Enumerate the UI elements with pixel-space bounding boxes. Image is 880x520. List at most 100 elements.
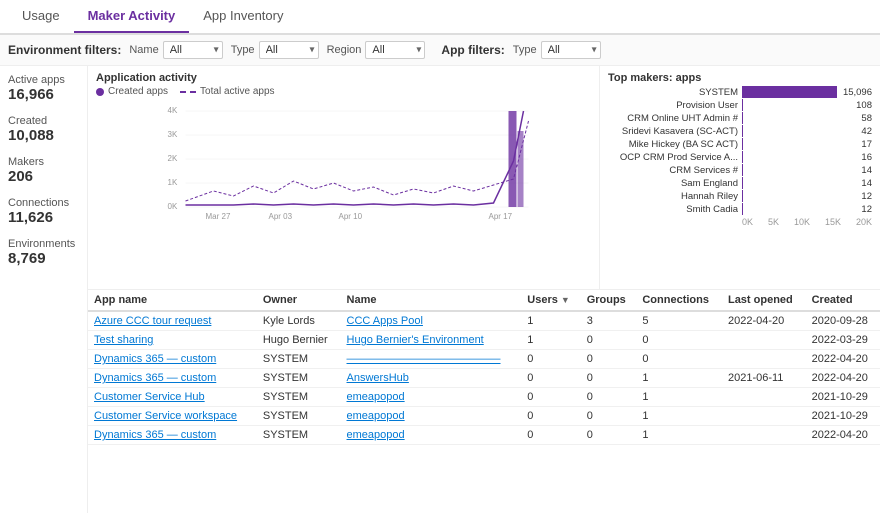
app-name-cell[interactable]: Test sharing <box>88 331 257 350</box>
owner-cell: Kyle Lords <box>257 311 341 331</box>
table-row: Dynamics 365 — custom SYSTEM ———————————… <box>88 350 880 369</box>
line-chart-container: Application activity Created apps Total … <box>88 66 600 289</box>
bar-row: OCP CRM Prod Service A... 16 <box>608 151 872 163</box>
bar-value: 14 <box>861 178 872 189</box>
groups-cell: 0 <box>581 331 637 350</box>
bar-name: Sam England <box>608 178 738 189</box>
tab-usage[interactable]: Usage <box>8 0 74 33</box>
name-cell[interactable]: emeapopod <box>341 426 522 445</box>
region-filter-group: Region All <box>327 41 426 59</box>
table-header: App name Owner Name Users ▼ Groups Conne… <box>88 290 880 311</box>
name-filter-select[interactable]: All <box>163 41 223 59</box>
app-name-cell[interactable]: Customer Service workspace <box>88 407 257 426</box>
last-opened-cell: 2022-04-20 <box>722 311 806 331</box>
bar-value: 14 <box>861 165 872 176</box>
table-body: Azure CCC tour request Kyle Lords CCC Ap… <box>88 311 880 445</box>
bar-track <box>742 203 855 215</box>
connections-cell: 1 <box>636 407 722 426</box>
legend-created-dot <box>96 88 104 96</box>
bar-track <box>742 151 855 163</box>
legend-created: Created apps <box>96 86 168 97</box>
bar-fill <box>742 99 743 111</box>
bar-value: 17 <box>861 139 872 150</box>
groups-cell: 0 <box>581 369 637 388</box>
bar-name: OCP CRM Prod Service A... <box>608 152 738 163</box>
bar-name: Provision User <box>608 100 738 111</box>
table-row: Dynamics 365 — custom SYSTEM emeapopod 0… <box>88 426 880 445</box>
table-row: Customer Service Hub SYSTEM emeapopod 0 … <box>88 388 880 407</box>
bar-fill <box>742 86 837 98</box>
region-filter-select[interactable]: All <box>365 41 425 59</box>
last-opened-cell <box>722 388 806 407</box>
users-cell: 1 <box>521 311 580 331</box>
table-row: Dynamics 365 — custom SYSTEM AnswersHub … <box>88 369 880 388</box>
app-type-filter-select[interactable]: All <box>541 41 601 59</box>
legend-total-dash <box>180 91 196 93</box>
last-opened-cell <box>722 350 806 369</box>
table-row: Azure CCC tour request Kyle Lords CCC Ap… <box>88 311 880 331</box>
created-cell: 2022-04-20 <box>806 426 880 445</box>
bar-value: 16 <box>861 152 872 163</box>
line-chart-svg: 4K 3K 2K 1K 0K <box>96 101 591 221</box>
bar-name: SYSTEM <box>608 87 738 98</box>
owner-cell: SYSTEM <box>257 407 341 426</box>
name-filter-group: Name All <box>129 41 222 59</box>
owner-cell: SYSTEM <box>257 426 341 445</box>
sort-icon: ▼ <box>561 295 570 305</box>
connections-cell: 0 <box>636 331 722 350</box>
type-filter-group: Type All <box>231 41 319 59</box>
stat-makers: Makers 206 <box>8 156 79 185</box>
bar-track <box>742 138 855 150</box>
tab-maker-activity[interactable]: Maker Activity <box>74 0 190 33</box>
tab-bar: Usage Maker Activity App Inventory <box>0 0 880 35</box>
bar-chart-title: Top makers: apps <box>608 72 872 84</box>
users-cell: 0 <box>521 350 580 369</box>
groups-cell: 0 <box>581 407 637 426</box>
users-cell: 1 <box>521 331 580 350</box>
last-opened-cell <box>722 407 806 426</box>
bar-track <box>742 125 855 137</box>
bar-row: Hannah Riley 12 <box>608 190 872 202</box>
bar-value: 15,096 <box>843 87 872 98</box>
charts-top: Application activity Created apps Total … <box>88 66 880 290</box>
region-filter-label: Region <box>327 44 362 56</box>
name-cell[interactable]: Hugo Bernier's Environment <box>341 331 522 350</box>
bar-rows: SYSTEM 15,096 Provision User 108 CRM Onl… <box>608 86 872 215</box>
app-name-cell[interactable]: Customer Service Hub <box>88 388 257 407</box>
table-area[interactable]: App name Owner Name Users ▼ Groups Conne… <box>88 290 880 513</box>
bar-track <box>742 190 855 202</box>
bar-track <box>742 177 855 189</box>
app-name-cell[interactable]: Dynamics 365 — custom <box>88 350 257 369</box>
svg-text:Apr 03: Apr 03 <box>269 212 293 221</box>
bar-value: 58 <box>861 113 872 124</box>
col-created: Created <box>806 290 880 311</box>
bar-track <box>742 164 855 176</box>
connections-cell: 1 <box>636 369 722 388</box>
svg-text:1K: 1K <box>168 178 178 187</box>
bar-value: 12 <box>861 204 872 215</box>
connections-cell: 0 <box>636 350 722 369</box>
svg-text:4K: 4K <box>168 106 178 115</box>
name-cell[interactable]: emeapopod <box>341 407 522 426</box>
app-name-cell[interactable]: Dynamics 365 — custom <box>88 426 257 445</box>
name-cell[interactable]: CCC Apps Pool <box>341 311 522 331</box>
groups-cell: 0 <box>581 350 637 369</box>
app-name-cell[interactable]: Azure CCC tour request <box>88 311 257 331</box>
bar-value: 108 <box>856 100 872 111</box>
name-cell[interactable]: emeapopod <box>341 388 522 407</box>
name-cell[interactable]: —————————————— <box>341 350 522 369</box>
tab-app-inventory[interactable]: App Inventory <box>189 0 297 33</box>
bar-value: 42 <box>861 126 872 137</box>
app-type-filter-label: Type <box>513 44 537 56</box>
last-opened-cell <box>722 331 806 350</box>
name-cell[interactable]: AnswersHub <box>341 369 522 388</box>
app-name-cell[interactable]: Dynamics 365 — custom <box>88 369 257 388</box>
groups-cell: 3 <box>581 311 637 331</box>
bar-name: CRM Online UHT Admin # <box>608 113 738 124</box>
bar-row: Mike Hickey (BA SC ACT) 17 <box>608 138 872 150</box>
app-table: App name Owner Name Users ▼ Groups Conne… <box>88 290 880 445</box>
legend-total: Total active apps <box>180 86 275 97</box>
owner-cell: Hugo Bernier <box>257 331 341 350</box>
type-filter-select[interactable]: All <box>259 41 319 59</box>
col-connections: Connections <box>636 290 722 311</box>
